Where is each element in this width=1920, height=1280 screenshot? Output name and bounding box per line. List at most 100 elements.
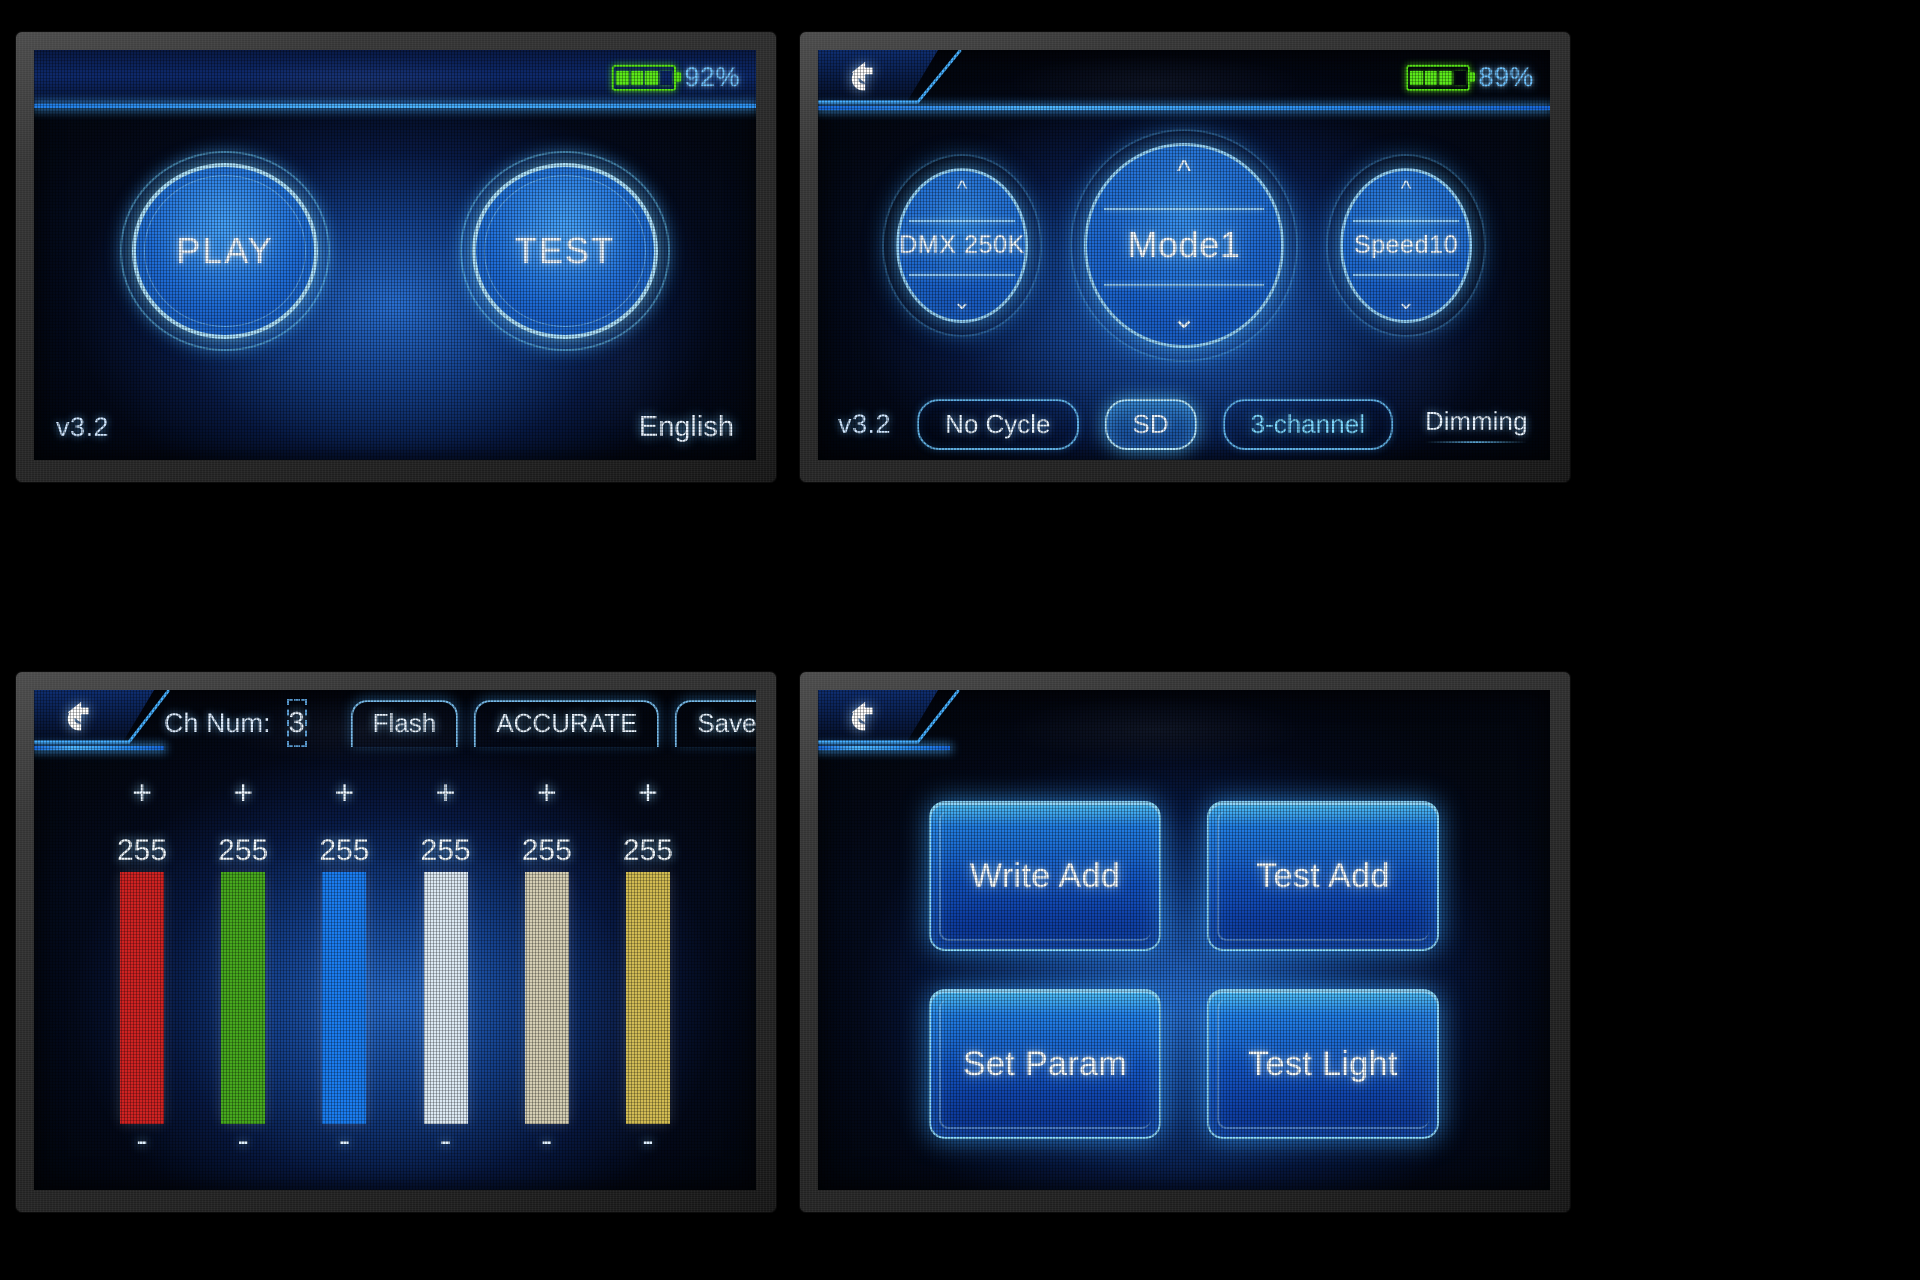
dmx-rate-dial[interactable]: ^ DMX 250K ⌄: [882, 153, 1042, 337]
ch-num-input[interactable]: 3: [286, 699, 307, 747]
channel-track[interactable]: [300, 872, 388, 1124]
dial-divider-bottom: [909, 274, 1015, 276]
decrement-button[interactable]: -: [541, 1124, 552, 1158]
write-address-button[interactable]: Write Add: [929, 801, 1161, 951]
address-button-grid: Write Add Test Add Set Param Test Light: [818, 750, 1550, 1190]
channel-value: 255: [116, 834, 168, 867]
lcd-screen-channels: Ch Num: 3 Flash ACCURATE Save + 255 - +: [34, 690, 756, 1190]
channel-fill: [221, 872, 266, 1124]
device-panel-channels: Ch Num: 3 Flash ACCURATE Save + 255 - +: [16, 672, 776, 1212]
decrement-button[interactable]: -: [642, 1124, 653, 1158]
chevron-up-icon[interactable]: ^: [1177, 156, 1191, 187]
play-button-label: PLAY: [176, 230, 274, 271]
footer-home: v3.2 English: [34, 394, 756, 460]
decrement-button[interactable]: -: [136, 1124, 147, 1158]
increment-button[interactable]: +: [436, 776, 456, 810]
chevron-down-icon[interactable]: ⌄: [953, 290, 971, 313]
header-diagonal-line: [818, 690, 960, 744]
save-button[interactable]: Save: [675, 699, 756, 747]
increment-button[interactable]: +: [537, 776, 557, 810]
test-address-button[interactable]: Test Add: [1207, 801, 1439, 951]
ch-num-label: Ch Num:: [164, 707, 271, 738]
test-light-button[interactable]: Test Light: [1207, 989, 1439, 1139]
increment-button[interactable]: +: [132, 776, 152, 810]
battery-cell-empty: [1454, 71, 1467, 85]
channel-track[interactable]: [604, 872, 692, 1124]
dial-divider-top: [909, 220, 1015, 223]
write-address-label: Write Add: [969, 856, 1121, 895]
increment-button[interactable]: +: [334, 776, 354, 810]
battery-percent-label: 89%: [1478, 62, 1534, 92]
test-button-label: TEST: [514, 230, 615, 271]
battery-cell: [645, 70, 658, 85]
test-button[interactable]: TEST: [460, 151, 670, 351]
dial-divider-top: [1104, 208, 1264, 211]
test-address-label: Test Add: [1256, 856, 1390, 895]
decrement-button[interactable]: -: [339, 1124, 350, 1158]
chevron-down-icon[interactable]: ⌄: [1171, 303, 1196, 334]
channel-value: 255: [420, 834, 471, 867]
channel-blue: + 255 -: [300, 766, 388, 1174]
battery-cell: [616, 70, 629, 85]
chevron-up-icon[interactable]: ^: [957, 177, 967, 200]
version-label: v3.2: [56, 411, 110, 442]
header-underline: [34, 746, 164, 750]
battery-icon: [612, 64, 682, 91]
channel-fill: [524, 872, 569, 1124]
header-underline: [818, 106, 1550, 110]
speed-dial[interactable]: ^ Speed10 ⌄: [1326, 153, 1486, 337]
channel-slider-row: + 255 - + 255 - + 255 - + 255 - + 255 - …: [64, 766, 726, 1174]
channel-fill: [120, 872, 164, 1124]
header-underline: [818, 746, 950, 750]
channel-count-pill[interactable]: 3-channel: [1222, 398, 1393, 450]
increment-button[interactable]: +: [638, 776, 658, 810]
channel-fill: [322, 872, 367, 1124]
set-param-label: Set Param: [962, 1044, 1128, 1083]
channel-red: + 255 -: [98, 766, 186, 1174]
channel-toolbar: Ch Num: 3 Flash ACCURATE Save: [164, 696, 756, 750]
channel-value: 255: [319, 834, 370, 867]
chevron-down-icon[interactable]: ⌄: [1397, 290, 1415, 313]
device-panel-settings: 89% ^ DMX 250K ⌄ ^ Mode1 ⌄ ^ Speed10 ⌄ v…: [800, 32, 1570, 482]
flash-button[interactable]: Flash: [350, 699, 459, 747]
dial-row: ^ DMX 250K ⌄ ^ Mode1 ⌄ ^ Speed10 ⌄: [818, 110, 1550, 380]
increment-button[interactable]: +: [233, 776, 253, 810]
back-arrow-icon[interactable]: [844, 700, 890, 740]
language-label[interactable]: English: [639, 411, 734, 444]
play-button[interactable]: PLAY: [120, 151, 330, 351]
status-bar-home: 92%: [34, 50, 756, 108]
decrement-button[interactable]: -: [440, 1124, 451, 1158]
channel-value: 255: [521, 834, 572, 867]
back-arrow-icon[interactable]: [60, 700, 106, 740]
channel-warm-white: + 255 -: [503, 766, 591, 1174]
header-address: [818, 690, 1550, 750]
cycle-mode-pill[interactable]: No Cycle: [917, 398, 1079, 450]
battery-cell: [630, 70, 644, 85]
channel-track[interactable]: [199, 872, 287, 1124]
battery-cell: [1410, 70, 1423, 85]
mode-dial[interactable]: ^ Mode1 ⌄: [1070, 128, 1298, 362]
channel-track[interactable]: [98, 872, 186, 1124]
set-param-button[interactable]: Set Param: [929, 989, 1161, 1139]
speed-value: Speed10: [1353, 230, 1459, 259]
dial-divider-top: [1353, 220, 1459, 223]
home-button-row: PLAY TEST: [34, 108, 756, 394]
channel-white: + 255 -: [402, 766, 490, 1174]
channel-track[interactable]: [402, 872, 490, 1124]
chevron-up-icon[interactable]: ^: [1401, 177, 1411, 200]
device-panel-address: Write Add Test Add Set Param Test Light: [800, 672, 1570, 1212]
accurate-button[interactable]: ACCURATE: [474, 699, 660, 747]
channel-track[interactable]: [503, 872, 591, 1124]
battery-percent-label: 92%: [684, 62, 740, 92]
channel-green: + 255 -: [199, 766, 287, 1174]
mode-value: Mode1: [1127, 224, 1241, 265]
back-arrow-icon[interactable]: [844, 60, 890, 100]
decrement-button[interactable]: -: [238, 1124, 249, 1158]
battery-cell: [1439, 70, 1452, 85]
dimming-pill[interactable]: Dimming: [1419, 398, 1534, 451]
dmx-rate-value: DMX 250K: [899, 230, 1025, 259]
battery-indicator-settings: 89%: [1406, 62, 1534, 93]
lcd-screen-settings: 89% ^ DMX 250K ⌄ ^ Mode1 ⌄ ^ Speed10 ⌄ v…: [818, 50, 1550, 460]
source-sd-pill[interactable]: SD: [1104, 398, 1197, 450]
version-label: v3.2: [838, 408, 892, 439]
